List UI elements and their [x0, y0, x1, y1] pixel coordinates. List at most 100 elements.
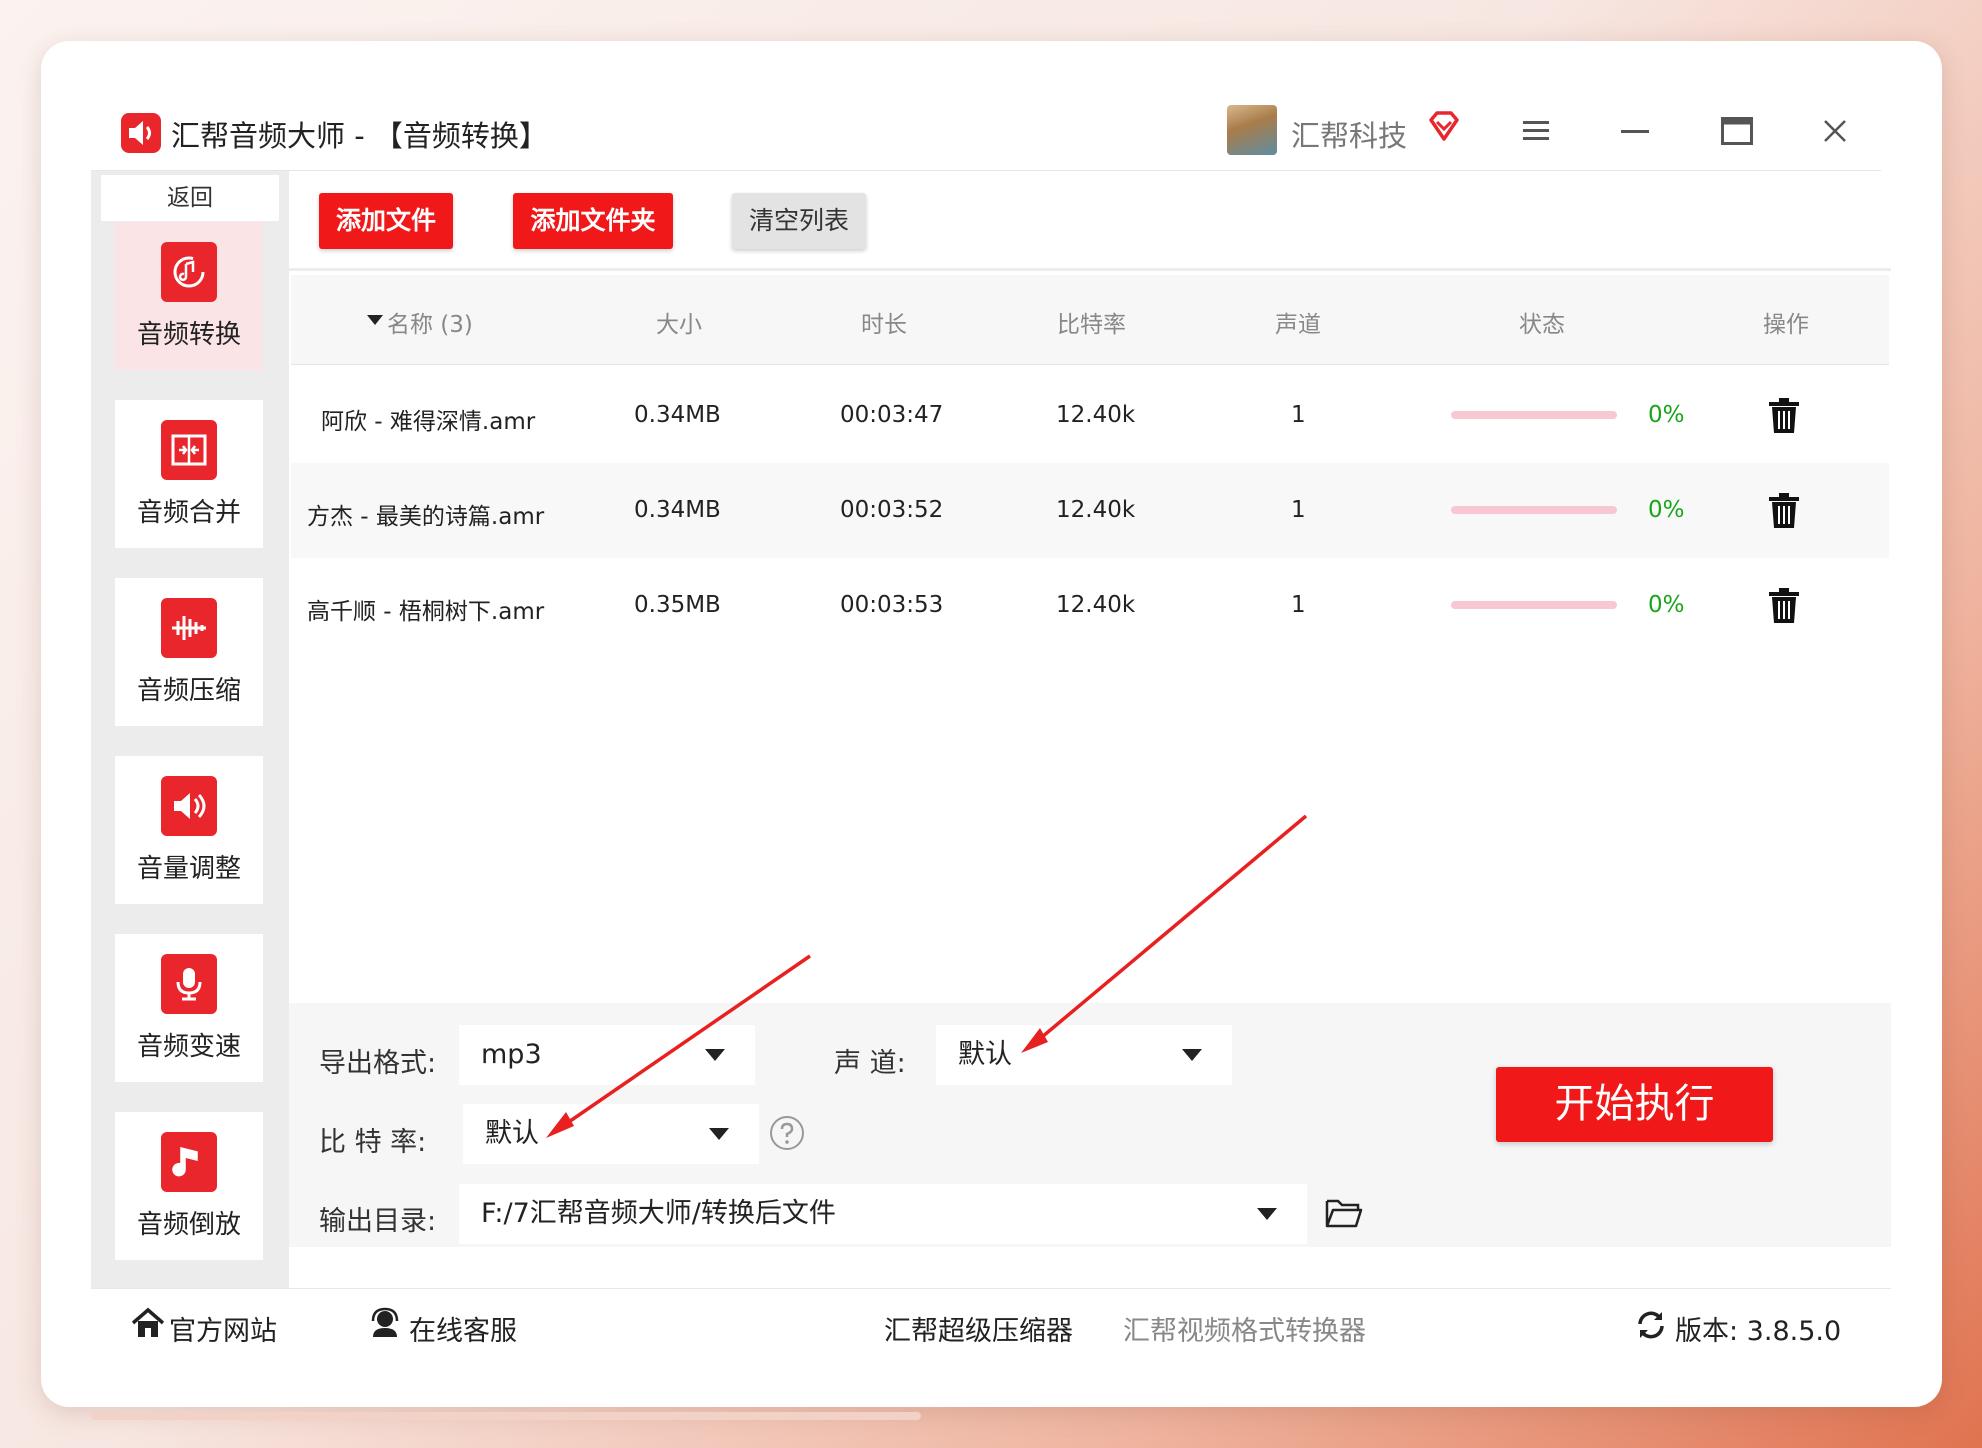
header-size: 大小: [656, 312, 702, 338]
window-title: 汇帮音频大师 - 【音频转换】: [171, 119, 548, 153]
channel-select[interactable]: 默认: [936, 1025, 1232, 1085]
channel-label: 声 道:: [834, 1048, 906, 1079]
compressor-link[interactable]: 汇帮超级压缩器: [884, 1309, 1073, 1348]
music-note-icon: [161, 1132, 217, 1192]
progress-bar: [1451, 411, 1617, 419]
sidebar-item-label: 音量调整: [136, 854, 241, 884]
file-name: 高千顺 - 梧桐树下.amr: [307, 599, 545, 625]
user-avatar[interactable]: [1227, 105, 1277, 155]
bitrate-select[interactable]: 默认: [463, 1104, 759, 1164]
sidebar-item-audio-compress[interactable]: 音频压缩: [115, 578, 263, 726]
file-size: 0.34MB: [634, 497, 721, 523]
sidebar: 返回 音频转换 音频合并 音频压缩 音量调整 音频变速 音频倒放: [91, 171, 289, 1288]
chevron-down-icon: [705, 1049, 725, 1061]
header-name[interactable]: 名称 (3): [387, 305, 473, 339]
sort-caret-icon[interactable]: [367, 315, 383, 325]
file-channel: 1: [1291, 497, 1306, 523]
file-size: 0.35MB: [634, 592, 721, 618]
file-bitrate: 12.40k: [1056, 402, 1136, 428]
table-header: 名称 (3) 大小 时长 比特率 声道 状态 操作: [291, 275, 1889, 365]
main-content: 添加文件 添加文件夹 清空列表 名称 (3) 大小 时长 比特率 声道 状态 操…: [289, 171, 1891, 1288]
trash-icon[interactable]: [1767, 588, 1801, 624]
footer: 官方网站 在线客服 汇帮超级压缩器 汇帮视频格式转换器 版本: 3.8.5.0: [91, 1288, 1891, 1358]
chevron-down-icon: [1182, 1049, 1202, 1061]
vip-diamond-icon[interactable]: [1427, 109, 1461, 143]
file-bitrate: 12.40k: [1056, 592, 1136, 618]
progress-percent: 0%: [1648, 497, 1685, 523]
start-button[interactable]: 开始执行: [1496, 1067, 1773, 1142]
sidebar-item-label: 音频合并: [136, 498, 241, 528]
header-channel: 声道: [1275, 312, 1321, 338]
file-channel: 1: [1291, 402, 1306, 428]
chevron-down-icon: [1257, 1208, 1277, 1220]
back-button[interactable]: 返回: [101, 175, 279, 221]
sidebar-item-audio-merge[interactable]: 音频合并: [115, 400, 263, 548]
app-logo-icon: [121, 113, 161, 153]
table-row[interactable]: 高千顺 - 梧桐树下.amr 0.35MB 00:03:53 12.40k 1 …: [291, 558, 1889, 653]
minimize-icon[interactable]: [1621, 119, 1649, 143]
file-duration: 00:03:52: [840, 497, 944, 523]
home-icon: [131, 1307, 165, 1337]
sidebar-item-audio-convert[interactable]: 音频转换: [115, 222, 263, 370]
toolbar: 添加文件 添加文件夹 清空列表: [289, 171, 1891, 271]
menu-icon[interactable]: [1523, 119, 1549, 143]
sidebar-item-label: 音频变速: [136, 1032, 241, 1062]
header-status: 状态: [1519, 312, 1565, 338]
progress-bar: [1451, 506, 1617, 514]
file-name: 阿欣 - 难得深情.amr: [321, 409, 536, 435]
video-converter-link[interactable]: 汇帮视频格式转换器: [1123, 1309, 1366, 1348]
sidebar-item-audio-speed[interactable]: 音频变速: [115, 934, 263, 1082]
online-support-link[interactable]: 在线客服: [409, 1309, 517, 1348]
file-name: 方杰 - 最美的诗篇.amr: [307, 504, 545, 530]
sidebar-item-label: 音频转换: [136, 320, 241, 350]
user-name[interactable]: 汇帮科技: [1291, 113, 1407, 155]
table-row[interactable]: 阿欣 - 难得深情.amr 0.34MB 00:03:47 12.40k 1 0…: [291, 368, 1889, 463]
progress-bar: [1451, 601, 1617, 609]
file-channel: 1: [1291, 592, 1306, 618]
official-website-link[interactable]: 官方网站: [169, 1309, 277, 1348]
volume-adjust-icon: [161, 776, 217, 836]
progress-percent: 0%: [1648, 402, 1685, 428]
progress-percent: 0%: [1648, 592, 1685, 618]
headset-icon: [371, 1307, 399, 1337]
channel-value: 默认: [958, 1039, 1012, 1070]
header-duration: 时长: [861, 312, 907, 338]
output-dir-select[interactable]: F:/7汇帮音频大师/转换后文件: [459, 1184, 1307, 1244]
file-duration: 00:03:53: [840, 592, 944, 618]
audio-compress-icon: [161, 598, 217, 658]
maximize-icon[interactable]: [1721, 117, 1753, 145]
refresh-icon[interactable]: [1635, 1309, 1667, 1341]
file-duration: 00:03:47: [840, 402, 944, 428]
output-dir-value: F:/7汇帮音频大师/转换后文件: [481, 1198, 836, 1229]
format-select[interactable]: mp3: [459, 1025, 755, 1085]
format-label: 导出格式:: [319, 1048, 437, 1079]
settings-panel: 导出格式: mp3 声 道: 默认 比 特 率: 默认 输出目录: F:/7汇帮…: [289, 1003, 1891, 1247]
trash-icon[interactable]: [1767, 493, 1801, 529]
decorative-strip: [91, 1412, 921, 1420]
app-window: 汇帮音频大师 - 【音频转换】 汇帮科技 返回 音频转换 音频合并 音频压缩 音…: [91, 91, 1891, 1358]
table-row[interactable]: 方杰 - 最美的诗篇.amr 0.34MB 00:03:52 12.40k 1 …: [291, 463, 1889, 558]
sidebar-item-label: 音频压缩: [136, 676, 241, 706]
sidebar-item-volume-adjust[interactable]: 音量调整: [115, 756, 263, 904]
format-value: mp3: [481, 1039, 542, 1070]
file-bitrate: 12.40k: [1056, 497, 1136, 523]
audio-convert-icon: [161, 242, 217, 302]
header-bitrate: 比特率: [1057, 312, 1126, 338]
help-icon[interactable]: [769, 1115, 805, 1151]
close-icon[interactable]: [1823, 119, 1847, 143]
sidebar-item-label: 音频倒放: [136, 1210, 241, 1240]
sidebar-item-audio-reverse[interactable]: 音频倒放: [115, 1112, 263, 1260]
title-bar: 汇帮音频大师 - 【音频转换】 汇帮科技: [91, 91, 1891, 171]
file-size: 0.34MB: [634, 402, 721, 428]
header-action: 操作: [1763, 312, 1809, 338]
bitrate-value: 默认: [485, 1118, 539, 1149]
chevron-down-icon: [709, 1128, 729, 1140]
bitrate-label: 比 特 率:: [319, 1127, 427, 1158]
add-file-button[interactable]: 添加文件: [319, 193, 453, 249]
microphone-icon: [161, 954, 217, 1014]
add-folder-button[interactable]: 添加文件夹: [513, 193, 673, 249]
folder-open-icon[interactable]: [1325, 1197, 1363, 1229]
audio-merge-icon: [161, 420, 217, 480]
trash-icon[interactable]: [1767, 398, 1801, 434]
clear-list-button[interactable]: 清空列表: [732, 193, 866, 249]
